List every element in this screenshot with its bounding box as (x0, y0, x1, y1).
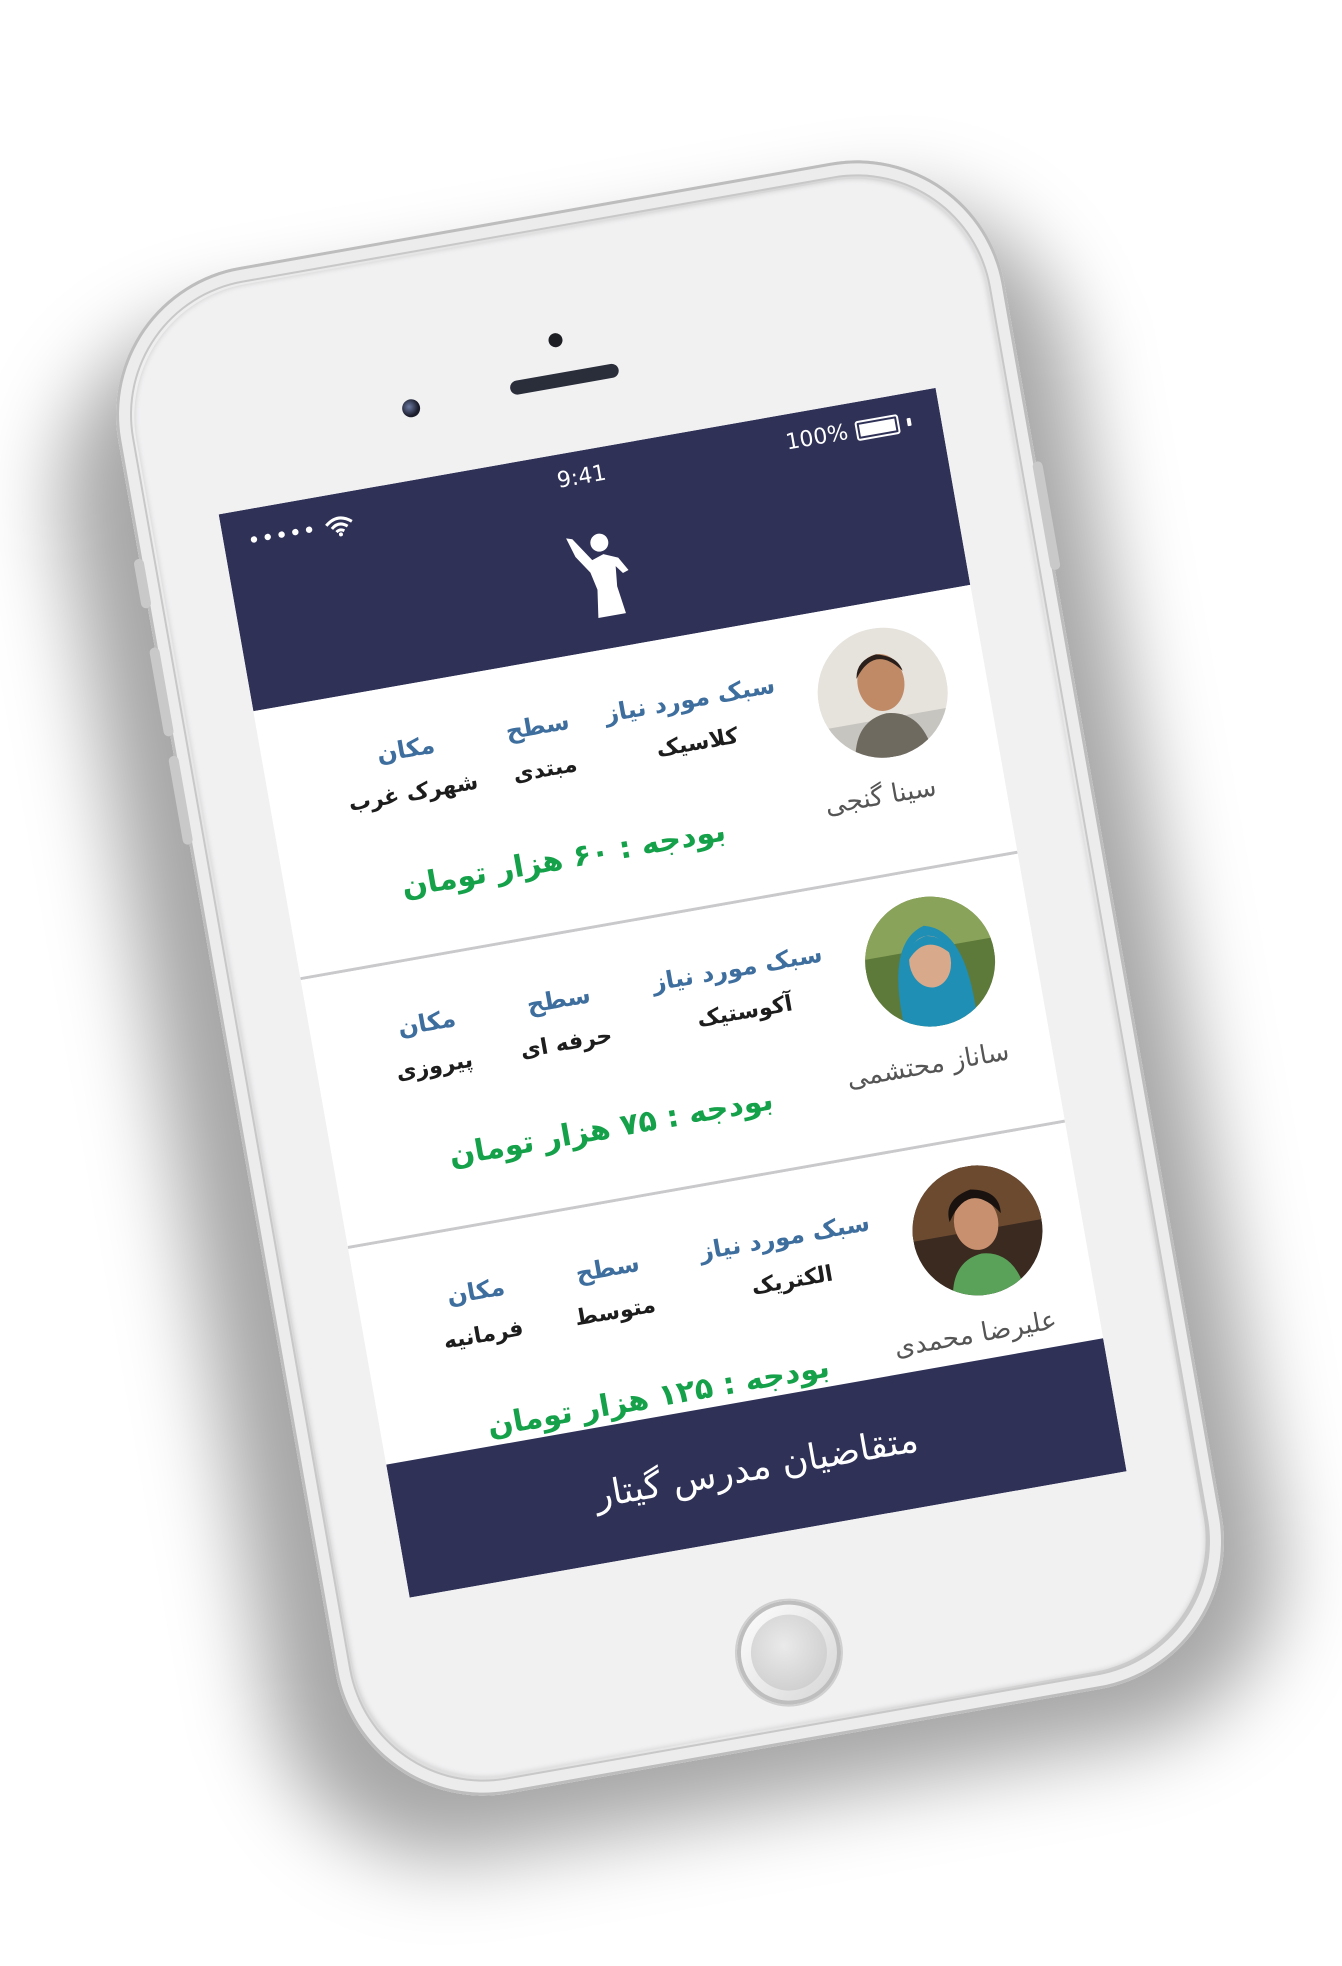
battery-icon (854, 413, 901, 441)
avatar (807, 617, 958, 769)
level-field: سطح حرفه ای (511, 978, 615, 1064)
location-label: مکان (374, 730, 437, 769)
level-value: متوسط (572, 1292, 658, 1332)
style-field: سبک مورد نیاز الکتریک (697, 1208, 879, 1308)
level-value: مبتدی (511, 752, 580, 788)
battery-percentage: 100% (783, 419, 851, 456)
level-label: سطح (503, 706, 572, 746)
avatar (902, 1155, 1053, 1306)
location-field: مکان فرمانیه (434, 1271, 526, 1355)
location-value: شهرک غرب (346, 769, 481, 817)
requester-name: سینا گنجی (822, 772, 939, 822)
request-details: سبک مورد نیاز آکوستیک سطح حرفه ای مکان پ… (386, 939, 832, 1085)
style-label: سبک مورد نیاز (649, 939, 825, 997)
person-photo-icon (807, 617, 958, 769)
person-photo-icon (902, 1155, 1053, 1306)
style-field: سبک مورد نیاز آکوستیک (650, 939, 832, 1039)
bottom-title: متقاضیان مدرس گیتار (591, 1419, 922, 1517)
style-label: سبک مورد نیاز (697, 1208, 872, 1266)
budget-text: بودجه : ۷۵ هزار تومان (446, 1082, 776, 1174)
style-value: آکوستیک (695, 991, 795, 1033)
level-field: سطح متوسط (565, 1247, 658, 1332)
location-label: مکان (444, 1272, 507, 1311)
request-details: سبک مورد نیاز کلاسیک سطح مبتدی مکان شهرک… (339, 671, 785, 817)
request-details: سبک مورد نیاز الکتریک سطح متوسط مکان فرم… (434, 1208, 880, 1354)
location-field: مکان شهرک غرب (339, 724, 480, 817)
guitar-player-logo (566, 533, 629, 618)
level-field: سطح مبتدی (503, 707, 579, 788)
location-field: مکان پیروزی (386, 1002, 475, 1086)
style-label: سبک مورد نیاز (602, 670, 778, 729)
avatar (854, 886, 1006, 1037)
location-label: مکان (395, 1004, 458, 1042)
budget-text: بودجه : ۶۰ هزار تومان (399, 813, 729, 905)
location-value: پیروزی (394, 1047, 475, 1086)
level-label: سطح (524, 980, 593, 1020)
style-value: کلاسیک (654, 723, 741, 763)
style-field: سبک مورد نیاز کلاسیک (602, 671, 784, 771)
style-value: الکتریک (749, 1261, 835, 1301)
level-label: سطح (573, 1248, 642, 1288)
level-value: حرفه ای (518, 1023, 615, 1064)
battery-indicator: 100% (784, 409, 913, 456)
location-value: فرمانیه (441, 1316, 526, 1355)
requester-name: ساناز محتشمی (844, 1036, 1012, 1095)
person-photo-icon (854, 886, 1006, 1037)
